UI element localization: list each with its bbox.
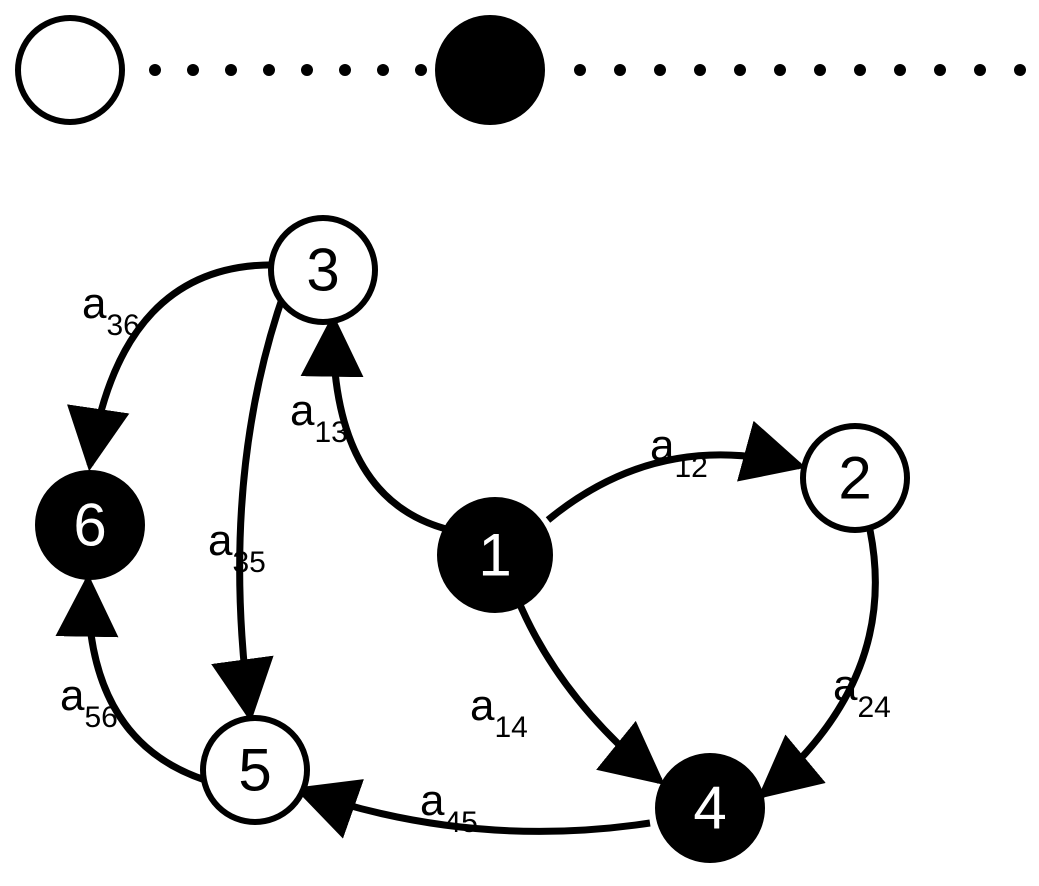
node-2-label: 2	[838, 445, 871, 512]
edge-a24	[762, 530, 875, 795]
edge-label-a36: a36	[82, 279, 140, 342]
node-4-label: 4	[693, 775, 726, 842]
node-6: 6	[38, 473, 142, 577]
node-5: 5	[203, 718, 307, 822]
node-3: 3	[271, 218, 375, 322]
node-5-label: 5	[238, 737, 271, 804]
legend-node-black	[435, 15, 545, 125]
legend-dots-right	[574, 64, 1026, 76]
node-2: 2	[803, 426, 907, 530]
edge-label-a45: a45	[420, 776, 478, 839]
edge-label-a56: a56	[60, 671, 118, 734]
legend-node-white	[18, 18, 122, 122]
node-1-label: 1	[478, 522, 511, 589]
graph-diagram: a12 a13 a14 a24 a45 a35 a56	[0, 0, 1039, 886]
node-4: 4	[658, 756, 762, 860]
legend	[18, 15, 1026, 125]
legend-dots-left	[149, 64, 427, 76]
edge-label-a14: a14	[470, 681, 528, 744]
edge-a35	[240, 290, 285, 716]
node-3-label: 3	[306, 237, 339, 304]
node-6-label: 6	[73, 492, 106, 559]
edge-label-a35: a35	[208, 516, 266, 579]
edge-a56	[88, 580, 205, 780]
edge-a13	[333, 320, 450, 530]
edge-label-a12: a12	[650, 421, 708, 484]
node-1: 1	[440, 500, 550, 610]
edge-a14	[518, 600, 660, 781]
